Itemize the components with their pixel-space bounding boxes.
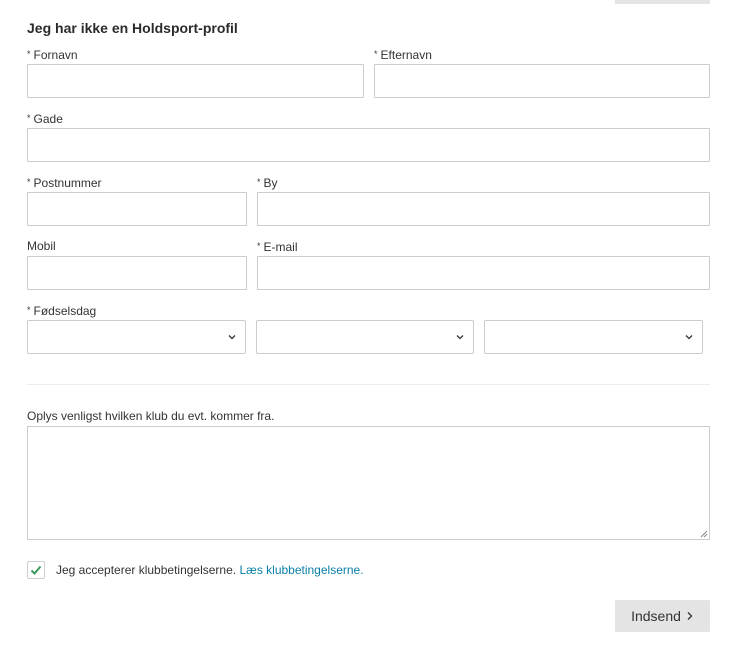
mobil-label: Mobil bbox=[27, 239, 56, 253]
efternavn-input[interactable] bbox=[374, 64, 710, 98]
terms-text: Jeg accepterer klubbetingelserne. bbox=[56, 563, 237, 577]
terms-checkbox[interactable] bbox=[27, 561, 45, 579]
required-mark: * bbox=[374, 49, 378, 59]
email-label: * E-mail bbox=[257, 240, 298, 254]
required-mark: * bbox=[27, 305, 31, 315]
postnummer-label: * Postnummer bbox=[27, 176, 102, 190]
form-title: Jeg har ikke en Holdsport-profil bbox=[27, 20, 238, 36]
terms-link[interactable]: Læs klubbetingelserne. bbox=[239, 563, 363, 577]
birthday-year-select[interactable] bbox=[484, 320, 703, 354]
chevron-right-icon bbox=[687, 612, 693, 620]
required-mark: * bbox=[27, 49, 31, 59]
submit-button[interactable]: Indsend bbox=[615, 600, 710, 632]
top-button-edge[interactable] bbox=[615, 0, 710, 4]
postnummer-input[interactable] bbox=[27, 192, 247, 226]
submit-label: Indsend bbox=[631, 608, 681, 624]
by-label: * By bbox=[257, 176, 278, 190]
efternavn-label: * Efternavn bbox=[374, 48, 432, 62]
resize-grip-icon[interactable] bbox=[699, 529, 708, 538]
email-input[interactable] bbox=[257, 256, 710, 290]
checkmark-icon bbox=[30, 565, 42, 575]
required-mark: * bbox=[257, 177, 261, 187]
club-note-textarea[interactable] bbox=[27, 426, 710, 540]
chevron-down-icon bbox=[456, 335, 464, 340]
birthday-label: * Fødselsdag bbox=[27, 304, 97, 318]
mobil-input[interactable] bbox=[27, 256, 247, 290]
required-mark: * bbox=[27, 113, 31, 123]
by-input[interactable] bbox=[257, 192, 710, 226]
gade-label: * Gade bbox=[27, 112, 63, 126]
birthday-day-select[interactable] bbox=[27, 320, 246, 354]
club-note-label: Oplys venligst hvilken klub du evt. komm… bbox=[27, 409, 275, 423]
required-mark: * bbox=[257, 241, 261, 251]
fornavn-label: * Fornavn bbox=[27, 48, 78, 62]
gade-input[interactable] bbox=[27, 128, 710, 162]
birthday-month-select[interactable] bbox=[256, 320, 474, 354]
chevron-down-icon bbox=[685, 335, 693, 340]
required-mark: * bbox=[27, 177, 31, 187]
section-divider bbox=[27, 384, 710, 385]
fornavn-input[interactable] bbox=[27, 64, 364, 98]
chevron-down-icon bbox=[228, 335, 236, 340]
terms-text-row: Jeg accepterer klubbetingelserne. Læs kl… bbox=[56, 563, 364, 577]
